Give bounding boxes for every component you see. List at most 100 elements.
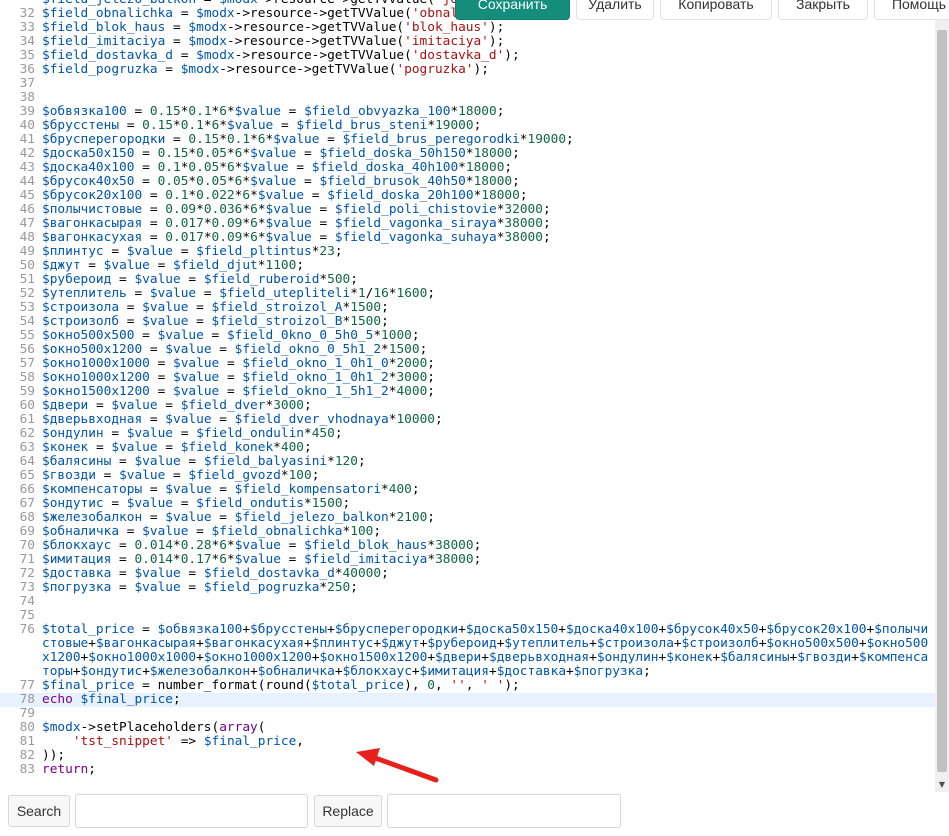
line-number: 63 — [19, 440, 35, 455]
code-line[interactable]: 51 $рубероид = $value = $field_ruberoid*5… — [0, 273, 935, 287]
line-number: 53 — [19, 300, 35, 315]
line-text: $field_blok_haus = $modx->resource->getT… — [42, 20, 505, 35]
line-text: $вагонкасухая = 0.017*0.09*6*$value = $f… — [42, 230, 551, 245]
code-line[interactable]: 37 — [0, 77, 935, 91]
line-number: 44 — [19, 174, 35, 189]
code-line[interactable]: 64 $балясины = $value = $field_balyasini*… — [0, 455, 935, 469]
code-line[interactable]: 40 $брусстены = 0.15*0.1*6*$value = $fiel… — [0, 119, 935, 133]
code-editor[interactable]: $field_jelezo_balkon = $modx->resource->… — [0, 0, 949, 792]
code-line[interactable]: 70 $блокхаус = 0.014*0.28*6*$value = $fie… — [0, 539, 935, 553]
line-number: 81 — [19, 734, 35, 749]
code-line[interactable]: 43 $доска40х100 = 0.1*0.05*6*$value = $fi… — [0, 161, 935, 175]
line-number: 48 — [19, 230, 35, 245]
line-number: 74 — [19, 594, 35, 609]
code-line[interactable]: 35 $field_dostavka_d = $modx->resource->g… — [0, 49, 935, 63]
line-number: 50 — [19, 258, 35, 273]
code-area[interactable]: $field_jelezo_balkon = $modx->resource->… — [0, 0, 935, 777]
code-line[interactable]: 79 — [0, 707, 935, 721]
code-line[interactable]: 38 — [0, 91, 935, 105]
line-number: 64 — [19, 454, 35, 469]
code-line[interactable]: 61 $дверьвходная = $value = $field_dver_v… — [0, 413, 935, 427]
code-line[interactable]: 67 $ондутис = $value = $field_ondutis*150… — [0, 497, 935, 511]
line-text: $дверьвходная = $value = $field_dver_vho… — [42, 412, 443, 427]
code-line[interactable]: 65 $гвозди = $value = $field_gvozd*100; — [0, 469, 935, 483]
line-number: 73 — [19, 580, 35, 595]
line-text: $final_price = number_format(round($tota… — [42, 678, 520, 693]
code-line[interactable]: 75 — [0, 609, 935, 623]
code-line[interactable]: 77 $final_price = number_format(round($to… — [0, 679, 935, 693]
code-line[interactable]: 66 $компенсаторы = $value = $field_kompen… — [0, 483, 935, 497]
code-line[interactable]: 83 return; — [0, 763, 935, 777]
code-line[interactable]: 73 $погрузка = $value = $field_pogruzka*2… — [0, 581, 935, 595]
line-text: 'tst_snippet' => $final_price, — [72, 734, 304, 749]
line-number: 82 — [19, 748, 35, 763]
code-line[interactable]: 53 $строизола = $value = $field_stroizol_… — [0, 301, 935, 315]
line-number: 72 — [19, 566, 35, 581]
code-line[interactable]: 76 $total_price = $обвязка100+$брусстены+… — [0, 623, 935, 679]
line-number: 62 — [19, 426, 35, 441]
save-button[interactable]: Сохранить — [455, 0, 570, 20]
line-text: $доставка = $value = $field_dostavka_d*4… — [42, 566, 389, 581]
annotation-arrow-icon — [356, 748, 439, 783]
delete-button[interactable]: Удалить — [576, 0, 654, 20]
code-line[interactable]: 45 $брусок20х100 = 0.1*0.022*6*$value = $… — [0, 189, 935, 203]
search-button[interactable]: Search — [8, 795, 70, 827]
replace-button[interactable]: Replace — [314, 795, 382, 827]
code-line[interactable]: 82)); — [0, 749, 935, 763]
copy-button[interactable]: Копировать — [660, 0, 772, 20]
line-text: $плинтус = $value = $field_pltintus*23; — [42, 244, 343, 259]
code-line[interactable]: 80 $modx->setPlaceholders(array( — [0, 721, 935, 735]
line-text: $полычистовые = 0.09*0.036*6*$value = $f… — [42, 202, 551, 217]
code-line[interactable]: 54 $строизолб = $value = $field_stroizol_… — [0, 315, 935, 329]
search-input[interactable] — [75, 794, 308, 828]
code-line[interactable]: 63 $конек = $value = $field_konek*400; — [0, 441, 935, 455]
code-line[interactable]: 56 $окно500х1200 = $value = $field_okno_0… — [0, 343, 935, 357]
line-text: $окно1000х1200 = $value = $field_okno_1_… — [42, 370, 436, 385]
replace-input[interactable] — [387, 794, 621, 828]
line-number: 69 — [19, 524, 35, 539]
code-line[interactable]: 57 $окно1000х1000 = $value = $field_okno_… — [0, 357, 935, 371]
line-number: 38 — [19, 90, 35, 105]
code-line[interactable]: 69 $обналичка = $value = $field_obnalichk… — [0, 525, 935, 539]
code-line[interactable]: 59 $окно1500х1200 = $value = $field_okno_… — [0, 385, 935, 399]
line-number: 79 — [19, 706, 35, 721]
scroll-down-arrow-icon[interactable]: ▼ — [935, 778, 949, 792]
line-number: 58 — [19, 370, 35, 385]
vertical-scrollbar[interactable]: ▼ — [935, 0, 949, 792]
line-text: $ондулин = $value = $field_ondulin*450; — [42, 426, 343, 441]
code-line[interactable]: 34 $field_imitaciya = $modx->resource->ge… — [0, 35, 935, 49]
code-line[interactable]: 55 $окно500х500 = $value = $field_0kno_0_… — [0, 329, 935, 343]
line-number: 41 — [19, 132, 35, 147]
code-line[interactable]: 74 — [0, 595, 935, 609]
line-text: $брусперегородки = 0.15*0.1*6*$value = $… — [42, 132, 574, 147]
line-number: 39 — [19, 104, 35, 119]
code-line[interactable]: 41 $брусперегородки = 0.15*0.1*6*$value =… — [0, 133, 935, 147]
line-number: 45 — [19, 188, 35, 203]
line-text: $field_pogruzka = $modx->resource->getTV… — [42, 62, 489, 77]
code-line[interactable]: 60 $двери = $value = $field_dver*3000; — [0, 399, 935, 413]
help-button[interactable]: Помощь — [874, 0, 949, 20]
code-line[interactable]: 72 $доставка = $value = $field_dostavka_d… — [0, 567, 935, 581]
code-line[interactable]: 44 $брусок40х50 = 0.05*0.05*6*$value = $f… — [0, 175, 935, 189]
code-line[interactable]: 47 $вагонкасырая = 0.017*0.09*6*$value = … — [0, 217, 935, 231]
code-line[interactable]: 36 $field_pogruzka = $modx->resource->get… — [0, 63, 935, 77]
line-number: 75 — [19, 608, 35, 623]
code-line[interactable]: 49 $плинтус = $value = $field_pltintus*23… — [0, 245, 935, 259]
code-line[interactable]: 42 $доска50х150 = 0.15*0.05*6*$value = $f… — [0, 147, 935, 161]
code-line[interactable]: 68 $железобалкон = $value = $field_jelezo… — [0, 511, 935, 525]
code-line[interactable]: 52 $утеплитель = $value = $field_uteplite… — [0, 287, 935, 301]
line-text: $доска40х100 = 0.1*0.05*6*$value = $fiel… — [42, 160, 513, 175]
close-button[interactable]: Закрыть — [778, 0, 868, 20]
code-line[interactable]: 81 'tst_snippet' => $final_price, — [0, 735, 935, 749]
code-line[interactable]: 50 $джут = $value = $field_djut*1100; — [0, 259, 935, 273]
code-line[interactable]: 62 $ондулин = $value = $field_ondulin*450… — [0, 427, 935, 441]
line-number: 77 — [19, 678, 35, 693]
code-line[interactable]: 48 $вагонкасухая = 0.017*0.09*6*$value = … — [0, 231, 935, 245]
code-line[interactable]: 58 $окно1000х1200 = $value = $field_okno_… — [0, 371, 935, 385]
code-line[interactable]: 78 echo $final_price; — [0, 693, 935, 707]
code-line[interactable]: 33 $field_blok_haus = $modx->resource->ge… — [0, 21, 935, 35]
code-line[interactable]: 71 $имитация = 0.014*0.17*6*$value = $fie… — [0, 553, 935, 567]
code-line[interactable]: 46 $полычистовые = 0.09*0.036*6*$value = … — [0, 203, 935, 217]
scrollbar-thumb[interactable] — [937, 30, 947, 772]
code-line[interactable]: 39 $обвязка100 = 0.15*0.1*6*$value = $fie… — [0, 105, 935, 119]
